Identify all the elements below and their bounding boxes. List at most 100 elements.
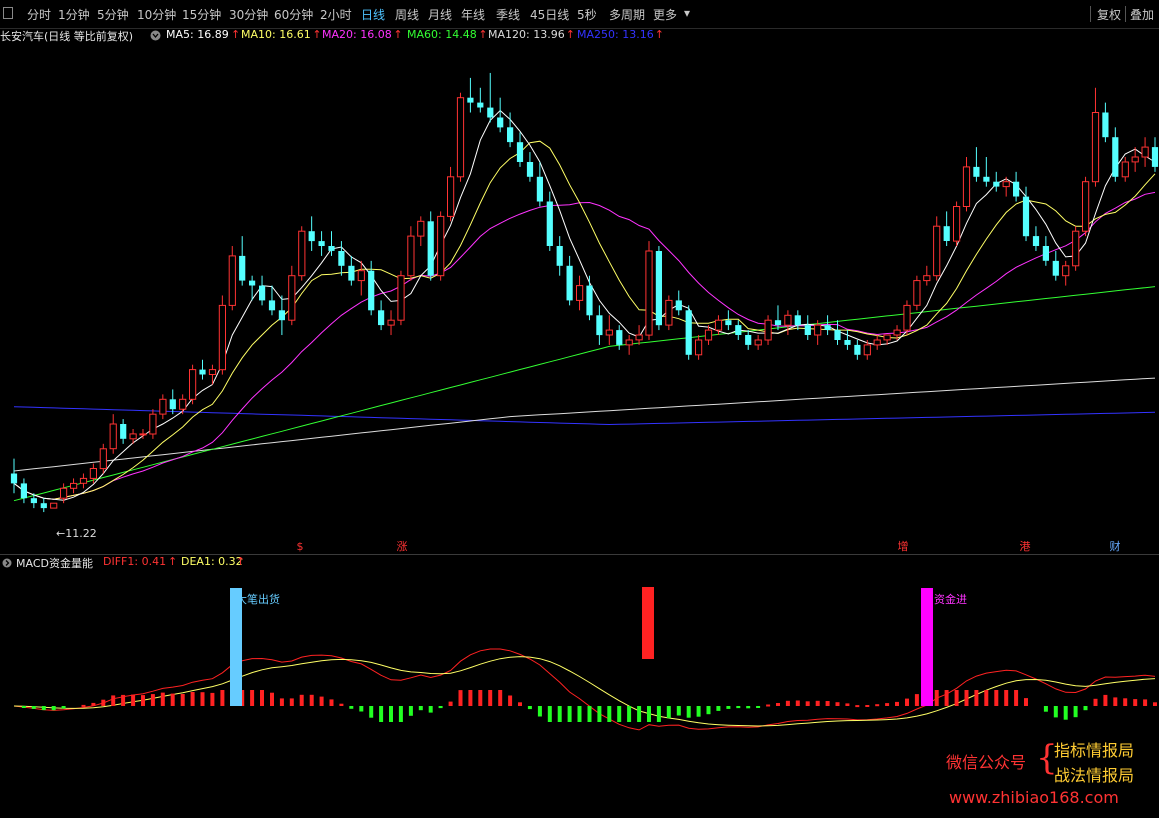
diff-up-arrow-icon: ↑ (168, 555, 178, 568)
candle-body (605, 329, 613, 336)
candle-body (70, 482, 78, 489)
candle-body (308, 231, 315, 242)
period-toolbar: 分时 1分钟 5分钟 10分钟 15分钟 30分钟 60分钟 2小时 日线 周线 月线 年线 季线 45日… (0, 0, 1159, 29)
volume-bar (180, 694, 185, 706)
period-tab-2[interactable]: 5分钟 (97, 6, 129, 23)
ma20-line (13, 191, 1156, 500)
candle-body (735, 325, 742, 335)
period-tab-14[interactable]: 5秒 (577, 6, 597, 23)
panel-toggle-icon[interactable] (2, 558, 12, 568)
period-tab-16[interactable]: 更多 (653, 6, 677, 23)
period-tab-3[interactable]: 10分钟 (137, 6, 176, 23)
overlay-button[interactable]: 叠加 (1130, 6, 1154, 23)
candle-body (883, 334, 891, 341)
event-marker: $ (297, 540, 304, 553)
candle-body (804, 325, 811, 335)
more-arrow-icon[interactable]: ▾ (684, 6, 690, 20)
volume-bar (746, 706, 751, 709)
kline-panel[interactable]: ←11.22 $ 涨增港财 长安汽车(日线 等比前复权) MA5: 16.89 ↑ MA… (0, 28, 1159, 554)
volume-bar (994, 690, 999, 706)
toolbar-divider (1090, 6, 1091, 22)
volume-bar (250, 690, 255, 706)
candle-body (536, 176, 543, 202)
candle-body (120, 424, 127, 439)
volume-bar (686, 706, 691, 718)
window-menu-icon[interactable] (3, 7, 13, 19)
candle-body (60, 487, 68, 499)
period-tab-7[interactable]: 2小时 (320, 6, 352, 23)
candle-body (1121, 161, 1129, 178)
volume-bar (279, 698, 284, 706)
candle-body (576, 285, 584, 301)
watermark-line1: 指标情报局 (1054, 741, 1135, 760)
candle-body (1042, 246, 1049, 261)
volume-bar (160, 692, 165, 706)
period-tab-6[interactable]: 60分钟 (274, 6, 313, 23)
period-tab-15[interactable]: 多周期 (609, 6, 645, 23)
fuquan-button[interactable]: 复权 (1097, 6, 1121, 23)
period-tab-10[interactable]: 月线 (428, 6, 452, 23)
volume-bar (468, 690, 473, 706)
indicator-title[interactable]: MACD资金量能 (16, 555, 93, 571)
volume-bar (637, 706, 642, 722)
candle-body (814, 324, 822, 336)
candle-body (259, 285, 266, 301)
period-tab-13[interactable]: 45日线 (530, 6, 569, 23)
candle-body (635, 334, 643, 341)
period-tab-8[interactable]: 日线 (361, 6, 385, 23)
candle-body (923, 275, 931, 282)
candle-body (149, 413, 157, 435)
watermark: 微信公众号 { 指标情报局 战法情报局 www.zhibiao168.com (946, 736, 1156, 811)
candle-body (328, 246, 335, 251)
buy-signal-label: 资金进 (934, 592, 967, 606)
period-tab-12[interactable]: 季线 (496, 6, 520, 23)
volume-bar (220, 690, 225, 706)
volume-bar (438, 706, 443, 709)
volume-bar (736, 706, 741, 709)
volume-bar (329, 699, 334, 706)
volume-bar (984, 690, 989, 706)
period-tab-11[interactable]: 年线 (461, 6, 485, 23)
volume-bar (905, 698, 909, 706)
candle-body (1112, 137, 1119, 177)
volume-bar (1043, 706, 1048, 712)
volume-bar (706, 706, 711, 715)
candle-body (933, 225, 941, 277)
candle-body (1062, 265, 1070, 277)
period-tab-1[interactable]: 1分钟 (58, 6, 90, 23)
kline-chart[interactable]: ←11.22 $ 涨 增 港 财 (0, 28, 1159, 554)
volume-bar (597, 706, 602, 722)
period-tab-5[interactable]: 30分钟 (229, 6, 268, 23)
candle-body (754, 339, 762, 346)
period-tab-9[interactable]: 周线 (395, 6, 419, 23)
candle-body (1072, 230, 1080, 267)
volume-bar (289, 698, 294, 706)
stock-title[interactable]: 长安汽车(日线 等比前复权) (0, 28, 133, 44)
candle-body (586, 285, 593, 316)
period-tab-4[interactable]: 15分钟 (182, 6, 221, 23)
volume-bar (1073, 706, 1078, 718)
candle-body (1032, 236, 1040, 246)
volume-bar (627, 706, 632, 722)
candle-body (645, 250, 653, 336)
ma-legend-5: MA250: 13.16 (577, 28, 654, 41)
volume-bar (101, 699, 106, 706)
volume-bar (785, 700, 790, 706)
candle-body (109, 423, 117, 450)
candle-body (784, 314, 792, 326)
ma-legend-1: MA10: 16.61 (241, 28, 311, 41)
volume-bar (1053, 706, 1058, 718)
low-price-label: ←11.22 (56, 527, 97, 540)
period-tab-0[interactable]: 分时 (27, 6, 51, 23)
volume-bar (299, 694, 304, 706)
candle-body (993, 181, 1000, 187)
candle-body (169, 399, 176, 410)
candle-body (556, 246, 563, 266)
volume-bar (577, 706, 582, 722)
candle-body (913, 280, 921, 306)
volume-bar (141, 695, 145, 706)
volume-bar (716, 706, 721, 711)
candle-body (249, 280, 256, 286)
candle-body (854, 344, 861, 355)
settings-circle-icon[interactable] (150, 30, 161, 41)
